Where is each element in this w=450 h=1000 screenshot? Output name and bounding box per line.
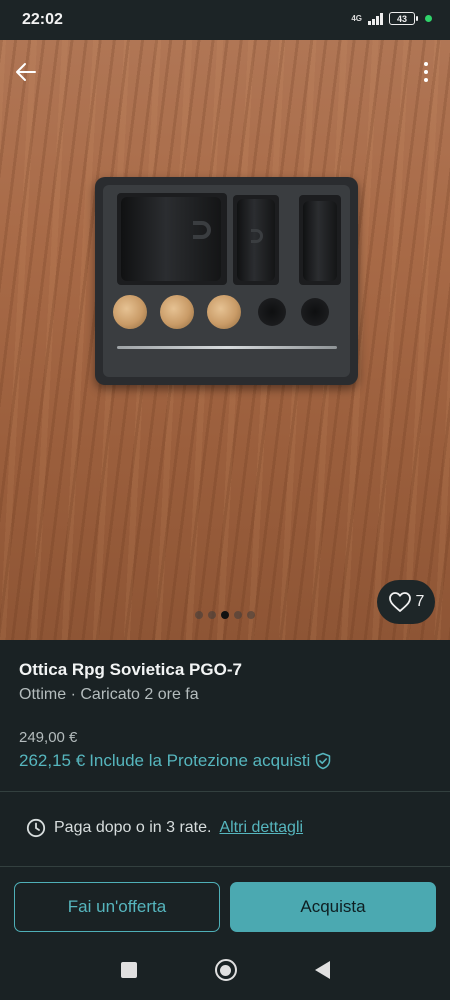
pagination-dot-active[interactable] xyxy=(221,611,229,619)
privacy-indicator-icon xyxy=(425,15,432,22)
status-bar: 22:02 4G 43 xyxy=(0,0,450,40)
make-offer-button[interactable]: Fai un'offerta xyxy=(14,882,220,932)
home-icon[interactable] xyxy=(214,959,237,981)
item-price: 249,00 € xyxy=(19,729,78,746)
upload-time: Caricato 2 ore fa xyxy=(80,686,199,703)
battery-icon: 43 xyxy=(389,12,418,25)
favorite-count: 7 xyxy=(415,593,425,610)
pagination-dot[interactable] xyxy=(247,611,255,619)
heart-icon xyxy=(388,592,411,612)
total-price: 262,15 € xyxy=(19,751,86,770)
total-price-row[interactable]: 262,15 € Include la Protezione acquisti xyxy=(19,751,332,771)
pagination-dot[interactable] xyxy=(195,611,203,619)
more-options-icon[interactable] xyxy=(414,58,438,86)
more-details-link[interactable]: Altri dettagli xyxy=(219,819,303,837)
pay-later-row: Paga dopo o in 3 rate. Altri dettagli xyxy=(26,818,303,838)
back-icon[interactable] xyxy=(314,961,330,979)
shield-check-icon xyxy=(316,752,331,770)
divider xyxy=(0,791,450,792)
clock-icon xyxy=(26,818,46,838)
pagination-dot[interactable] xyxy=(208,611,216,619)
recent-apps-icon[interactable] xyxy=(120,962,137,978)
listing-title: Ottica Rpg Sovietica PGO-7 xyxy=(19,660,242,679)
listing-meta: Ottime · Caricato 2 ore fa xyxy=(19,686,199,704)
status-time: 22:02 xyxy=(22,11,63,28)
meta-separator: · xyxy=(70,686,76,703)
pay-later-text: Paga dopo o in 3 rate. xyxy=(54,819,212,836)
favorite-button[interactable]: 7 xyxy=(377,580,435,624)
divider xyxy=(0,866,450,867)
pagination-dot[interactable] xyxy=(234,611,242,619)
buyer-protection-label: Include la Protezione acquisti xyxy=(89,751,311,770)
network-type: 4G xyxy=(351,13,362,23)
back-button[interactable] xyxy=(12,58,40,86)
product-photo[interactable]: 7 xyxy=(0,40,450,640)
status-icons: 4G 43 xyxy=(351,12,432,25)
battery-level: 43 xyxy=(396,13,407,24)
condition-label: Ottime xyxy=(19,686,67,703)
signal-icon xyxy=(368,12,383,25)
product-image-case xyxy=(95,177,358,385)
buy-button[interactable]: Acquista xyxy=(230,882,436,932)
system-navigation-bar xyxy=(0,940,450,1000)
arrow-left-icon xyxy=(16,63,36,81)
